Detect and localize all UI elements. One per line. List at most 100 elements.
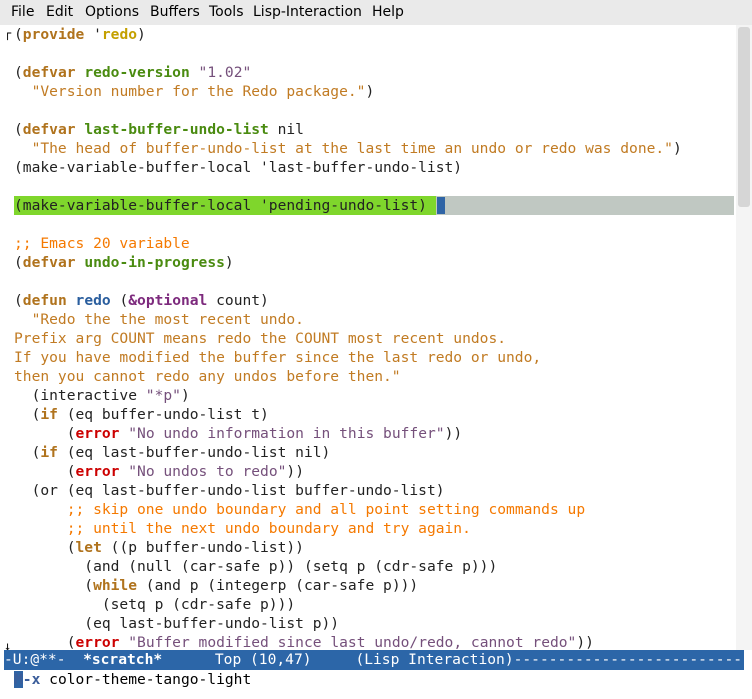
code-token: defvar [22,64,76,81]
modeline-position: Top (10,47) [162,651,356,668]
code-line[interactable]: "Redo the the most recent undo. [14,310,304,329]
code-line[interactable]: (error "Buffer modified since last undo/… [14,633,594,650]
code-token: (make-variable-buffer-local 'last-buffer… [14,159,463,176]
text-cursor [437,197,445,214]
modeline-buffer-name[interactable]: *scratch* [83,651,162,668]
code-line[interactable]: ;; skip one undo boundary and all point … [14,500,585,519]
code-token: ;; until the next undo boundary and try … [66,520,471,537]
code-token: ( [14,539,76,556]
code-token: )) [576,634,594,650]
code-token: "1.02" [198,64,252,81]
code-token: (and (null (car-safe p)) (setq p (cdr-sa… [14,558,498,575]
modeline-major-mode[interactable]: (Lisp Interaction) [355,651,513,668]
menu-file[interactable]: File [11,4,34,20]
code-token: (interactive [14,387,146,404]
code-line[interactable]: then you cannot redo any undos before th… [14,367,401,386]
code-token: ( [110,292,129,309]
code-token: &optional [128,292,208,309]
code-token: redo [101,26,138,43]
code-token: ) [365,83,375,100]
code-line[interactable]: (defvar last-buffer-undo-list nil [14,120,304,139]
code-token: error [75,463,120,480]
code-token: (or (eq last-buffer-undo-list buffer-und… [14,482,445,499]
code-line[interactable]: (defun redo (&optional count) [14,291,269,310]
editor-buffer[interactable]: ┌ ↓ (provide 'redo) (defvar redo-version … [0,25,736,650]
code-line[interactable]: (eq last-buffer-undo-list p)) [14,614,339,633]
code-token: then you cannot redo any undos before th… [14,368,401,385]
code-token: )) [286,463,304,480]
menu-help[interactable]: Help [372,4,404,20]
code-token: let [75,539,102,556]
code-line[interactable]: ;; until the next undo boundary and try … [14,519,471,538]
code-token: ( [14,425,76,442]
modeline-status: -U:@**- [4,651,84,668]
code-token: Prefix arg COUNT means redo the COUNT mo… [14,330,507,347]
code-line[interactable]: (interactive "*p") [14,386,190,405]
menu-buffers[interactable]: Buffers [150,4,200,20]
code-token: ( [14,406,41,423]
code-line[interactable]: (if (eq last-buffer-undo-list nil) [14,443,331,462]
menu-lisp-interaction[interactable]: Lisp-Interaction [253,4,362,20]
code-line[interactable]: (let ((p buffer-undo-list)) [14,538,304,557]
minibuffer-command[interactable]: color-theme-tango-light [40,671,251,688]
code-token: "Version number for the Redo package." [31,83,366,100]
code-token: "No undos to redo" [128,463,287,480]
code-token: ( [14,577,94,594]
code-token: defun [22,292,67,309]
code-line[interactable]: (defvar redo-version "1.02" [14,63,251,82]
code-token: ) [180,387,190,404]
code-line[interactable]: (make-variable-buffer-local 'last-buffer… [14,158,462,177]
code-line[interactable]: (error "No undo information in this buff… [14,424,462,443]
mode-line[interactable]: -U:@**- *scratch* Top (10,47) (Lisp Inte… [4,650,744,670]
menu-bar: File Edit Options Buffers Tools Lisp-Interact… [0,0,752,25]
code-token: error [75,634,120,650]
code-token: defvar [22,121,76,138]
code-line[interactable]: (setq p (cdr-safe p))) [14,595,295,614]
code-token: )) [444,425,463,442]
minibuffer-prefix: -x [22,671,41,688]
code-token: ;; skip one undo boundary and all point … [66,501,586,518]
code-token: ( [14,463,76,480]
code-token: if [40,406,58,423]
menu-tools[interactable]: Tools [209,4,244,20]
code-token: ' [84,26,102,43]
code-token: ( [14,634,76,650]
code-line[interactable]: (if (eq buffer-undo-list t) [14,405,269,424]
menu-edit[interactable]: Edit [46,4,73,20]
menu-options[interactable]: Options [85,4,139,20]
code-token: nil [268,121,304,138]
code-token: (make-variable-buffer-local 'pending-und… [14,197,427,214]
code-line[interactable]: ;; Emacs 20 variable [14,234,190,253]
code-token: error [75,425,120,442]
code-token: "The head of buffer-undo-list at the las… [31,140,673,157]
code-line[interactable]: Prefix arg COUNT means redo the COUNT mo… [14,329,506,348]
code-line[interactable]: "The head of buffer-undo-list at the las… [14,139,682,158]
code-line[interactable]: (or (eq last-buffer-undo-list buffer-und… [14,481,445,500]
code-line[interactable]: (defvar undo-in-progress) [14,253,234,272]
code-token: redo [75,292,111,309]
code-token: If you have modified the buffer since th… [14,349,542,366]
code-line[interactable]: (provide 'redo) [14,25,146,44]
code-token: while [93,577,138,594]
code-line[interactable]: If you have modified the buffer since th… [14,348,541,367]
code-line[interactable]: (while (and p (integerp (car-safe p))) [14,576,418,595]
code-token: (and p (integerp (car-safe p))) [137,577,419,594]
scrollbar-thumb[interactable] [738,27,750,207]
code-line[interactable]: (make-variable-buffer-local 'pending-und… [14,196,427,215]
code-line[interactable]: (and (null (car-safe p)) (setq p (cdr-sa… [14,557,497,576]
code-token: ( [14,444,41,461]
minibuffer[interactable]: M-x color-theme-tango-light [0,670,752,699]
code-line[interactable]: (error "No undos to redo")) [14,462,304,481]
code-token: defvar [22,254,76,271]
code-line[interactable]: "Version number for the Redo package.") [14,82,375,101]
code-token: (setq p (cdr-safe p))) [14,596,296,613]
